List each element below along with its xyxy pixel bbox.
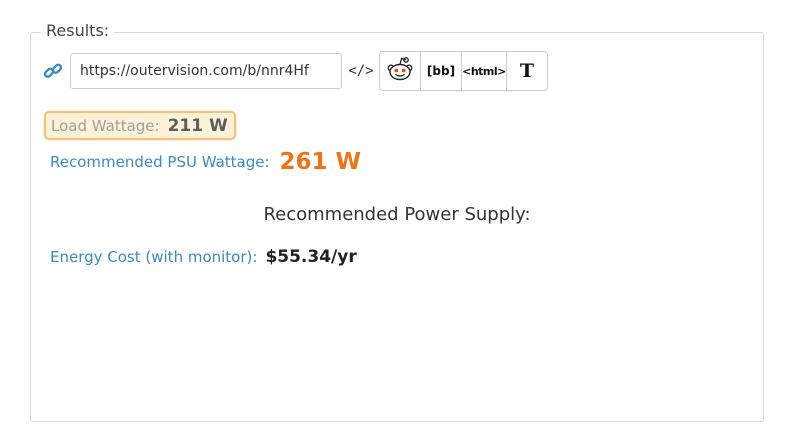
recommended-psu-wattage-value: 261 W <box>279 149 361 175</box>
recommended-power-supply-heading: Recommended Power Supply: <box>263 204 531 225</box>
energy-cost-value: $55.34/yr <box>265 247 357 267</box>
share-row: </> [bb] <html> T <box>42 51 548 91</box>
reddit-button[interactable] <box>380 52 421 90</box>
recommended-psu-wattage-label[interactable]: Recommended PSU Wattage: <box>50 153 270 171</box>
link-icon[interactable] <box>42 60 64 82</box>
embed-code-icon[interactable]: </> <box>346 63 376 79</box>
reddit-icon <box>386 56 414 86</box>
load-wattage-label: Load Wattage: <box>51 116 160 135</box>
share-format-buttons: [bb] <html> T <box>379 51 548 91</box>
recommended-psu-wattage-row: Recommended PSU Wattage: 261 W <box>50 146 361 178</box>
share-url-input[interactable] <box>70 53 342 89</box>
plain-text-button[interactable]: T <box>507 52 547 90</box>
bbcode-button[interactable]: [bb] <box>421 52 462 90</box>
load-wattage-value: 211 W <box>167 115 228 136</box>
energy-cost-row: Energy Cost (with monitor): $55.34/yr <box>50 245 357 269</box>
load-wattage-row: Load Wattage: 211 W <box>44 111 236 140</box>
energy-cost-label[interactable]: Energy Cost (with monitor): <box>50 248 257 266</box>
results-legend: Results: <box>41 21 115 40</box>
html-button[interactable]: <html> <box>462 52 507 90</box>
